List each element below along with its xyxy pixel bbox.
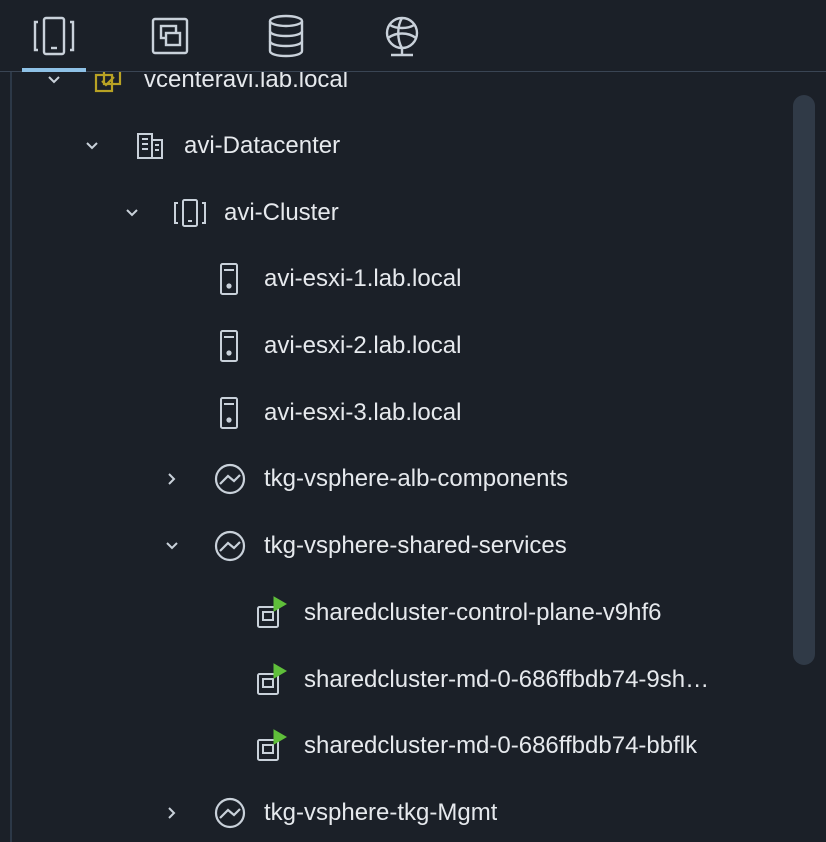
tree-node-vm[interactable]: sharedcluster-md-0-686ffbdb74-bbflk	[0, 716, 790, 776]
tree-node-host[interactable]: avi-esxi-3.lab.local	[0, 383, 790, 443]
tree-node-label: avi-esxi-3.lab.local	[264, 399, 462, 426]
chevron-down-icon[interactable]	[84, 138, 100, 154]
navigator-tab-bar	[0, 0, 826, 72]
cluster-icon	[172, 197, 208, 229]
tree-node-vm[interactable]: sharedcluster-control-plane-v9hf6	[0, 583, 790, 643]
tree-node-label: sharedcluster-md-0-686ffbdb74-bbflk	[304, 732, 698, 759]
datacenter-icon	[134, 130, 166, 162]
tree-node-datacenter[interactable]: avi-Datacenter	[0, 116, 790, 176]
tree-node-label: sharedcluster-md-0-686ffbdb74-9sh…	[304, 666, 710, 693]
chevron-down-icon[interactable]	[46, 72, 62, 88]
tab-hosts-and-clusters[interactable]	[22, 0, 86, 72]
host-icon	[214, 329, 244, 363]
tree-node-host[interactable]: avi-esxi-2.lab.local	[0, 316, 790, 376]
resource-pool-icon	[212, 461, 248, 497]
vm-powered-on-icon	[254, 728, 290, 764]
tree-node-vm[interactable]: sharedcluster-md-0-686ffbdb74-9sh…	[0, 650, 790, 710]
tab-networking[interactable]	[372, 0, 432, 72]
inventory-tree: vcenteravi.lab.local avi-Datacenter avi-…	[0, 72, 790, 842]
tab-storage[interactable]	[256, 0, 316, 72]
tree-node-cluster[interactable]: avi-Cluster	[0, 183, 790, 243]
tree-node-label: avi-Cluster	[224, 199, 339, 226]
storage-icon	[268, 14, 304, 58]
chevron-right-icon[interactable]	[164, 471, 180, 487]
tree-node-resource-pool[interactable]: tkg-vsphere-alb-components	[0, 449, 790, 509]
scrollbar-thumb[interactable]	[793, 95, 815, 665]
host-icon	[214, 396, 244, 430]
tree-node-resource-pool[interactable]: tkg-vsphere-shared-services	[0, 516, 790, 576]
vm-powered-on-icon	[254, 662, 290, 698]
chevron-down-icon[interactable]	[124, 205, 140, 221]
tree-node-label: tkg-vsphere-alb-components	[264, 465, 569, 492]
tree-node-label: sharedcluster-control-plane-v9hf6	[304, 599, 662, 626]
tree-node-label: tkg-vsphere-tkg-Mgmt	[264, 799, 498, 826]
tree-node-vcenter[interactable]: vcenteravi.lab.local	[0, 72, 790, 110]
vcenter-icon	[92, 72, 126, 97]
chevron-right-icon[interactable]	[164, 805, 180, 821]
chevron-down-icon[interactable]	[164, 538, 180, 554]
tree-node-label: avi-Datacenter	[184, 132, 341, 159]
network-icon	[385, 16, 419, 57]
host-icon	[214, 262, 244, 296]
tree-node-resource-pool[interactable]: tkg-vsphere-tkg-Mgmt	[0, 783, 790, 842]
resource-pool-icon	[212, 795, 248, 831]
hosts-clusters-icon	[33, 16, 75, 56]
tab-vms-and-templates[interactable]	[140, 0, 200, 72]
resource-pool-icon	[212, 528, 248, 564]
tree-node-host[interactable]: avi-esxi-1.lab.local	[0, 249, 790, 309]
tree-node-label: tkg-vsphere-shared-services	[264, 532, 567, 559]
tree-node-label: vcenteravi.lab.local	[144, 72, 349, 93]
vms-templates-icon	[151, 17, 189, 55]
tree-node-label: avi-esxi-2.lab.local	[264, 332, 462, 359]
vm-powered-on-icon	[254, 595, 290, 631]
tree-node-label: avi-esxi-1.lab.local	[264, 265, 462, 292]
